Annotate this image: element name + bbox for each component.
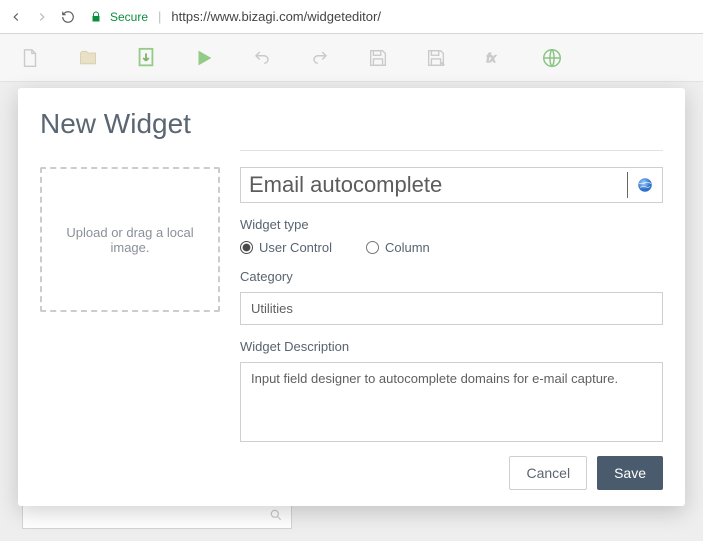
function-fx-icon[interactable]: fx — [482, 46, 506, 70]
radio-user-control-input[interactable] — [240, 241, 253, 254]
url-text: https://www.bizagi.com/widgeteditor/ — [171, 9, 381, 24]
play-icon[interactable] — [192, 46, 216, 70]
cancel-button[interactable]: Cancel — [509, 456, 587, 490]
secure-label: Secure — [110, 10, 148, 24]
download-icon[interactable] — [134, 46, 158, 70]
save-icon[interactable] — [366, 46, 390, 70]
new-file-icon[interactable] — [18, 46, 42, 70]
browser-address-bar: Secure | https://www.bizagi.com/widgeted… — [0, 0, 703, 34]
category-label: Category — [240, 269, 663, 284]
globe-icon[interactable] — [540, 46, 564, 70]
description-label: Widget Description — [240, 339, 663, 354]
widget-name-input[interactable] — [249, 172, 628, 198]
undo-icon[interactable] — [250, 46, 274, 70]
widget-type-label: Widget type — [240, 217, 663, 232]
modal-title: New Widget — [40, 108, 663, 140]
forward-button[interactable] — [34, 9, 50, 25]
globe-suffix-icon[interactable] — [636, 176, 654, 194]
category-input[interactable] — [240, 292, 663, 325]
app-toolbar: fx — [0, 34, 703, 82]
url-box[interactable]: Secure | https://www.bizagi.com/widgeted… — [86, 9, 695, 24]
redo-icon[interactable] — [308, 46, 332, 70]
radio-user-control[interactable]: User Control — [240, 240, 332, 255]
search-icon — [269, 508, 283, 522]
radio-column[interactable]: Column — [366, 240, 430, 255]
save-button[interactable]: Save — [597, 456, 663, 490]
radio-column-input[interactable] — [366, 241, 379, 254]
widget-name-row — [240, 167, 663, 203]
upload-dropzone[interactable]: Upload or drag a local image. — [40, 167, 220, 312]
new-widget-modal: New Widget Upload or drag a local image.… — [18, 88, 685, 506]
back-button[interactable] — [8, 9, 24, 25]
lock-icon — [90, 11, 102, 23]
save-as-icon[interactable] — [424, 46, 448, 70]
description-textarea[interactable] — [240, 362, 663, 442]
upload-text: Upload or drag a local image. — [52, 225, 208, 255]
open-folder-icon[interactable] — [76, 46, 100, 70]
reload-button[interactable] — [60, 9, 76, 25]
svg-text:fx: fx — [487, 52, 497, 65]
